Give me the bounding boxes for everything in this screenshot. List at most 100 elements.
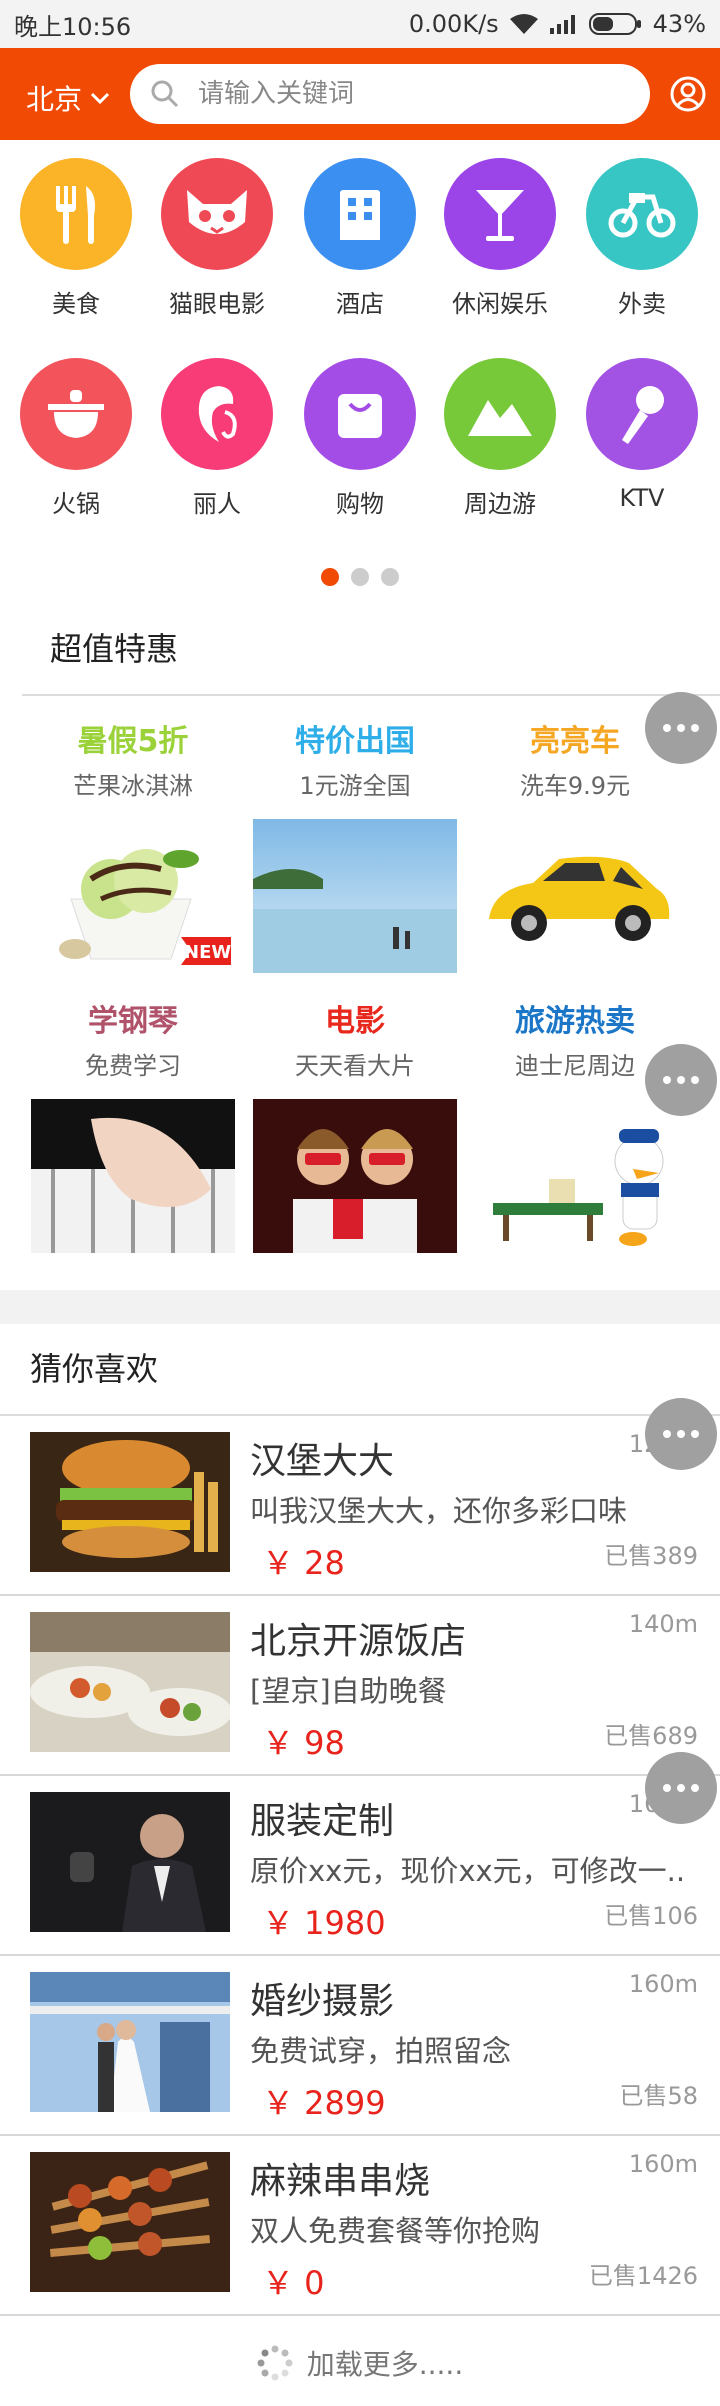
page-dot[interactable] — [351, 568, 369, 586]
category-ktv[interactable]: KTV — [572, 358, 712, 512]
cinema-image — [253, 1099, 457, 1253]
category-label: KTV — [619, 484, 665, 512]
category-food[interactable]: 美食 — [6, 158, 146, 319]
city-selector[interactable]: 北京 — [26, 78, 110, 118]
new-badge: NEW — [184, 942, 232, 963]
battery-icon — [588, 12, 643, 36]
category-nearby-travel[interactable]: 周边游 — [430, 358, 570, 519]
item-description: 双人免费套餐等你抢购 — [250, 2214, 541, 2248]
search-box[interactable] — [130, 64, 650, 124]
category-label: 休闲娱乐 — [452, 290, 548, 318]
item-price: ￥ 1980 — [262, 1904, 386, 1942]
item-sold-count: 已售1426 — [588, 2262, 698, 2290]
item-title: 北京开源饭店 — [250, 1621, 467, 1662]
cat-icon — [161, 158, 273, 270]
more-options-button[interactable] — [645, 1752, 717, 1824]
piano-image — [31, 1099, 235, 1253]
deal-card[interactable]: 学钢琴 免费学习 — [28, 996, 238, 1253]
network-speed: 0.00K/s — [408, 10, 499, 38]
deal-title: 特价出国 — [295, 724, 415, 759]
item-description: [望京]自助晚餐 — [250, 1674, 447, 1708]
deal-title: 暑假5折 — [77, 724, 189, 759]
deal-card[interactable]: 电影 天天看大片 — [250, 996, 460, 1253]
item-title: 麻辣串串烧 — [250, 2161, 431, 2202]
list-item[interactable]: 服装定制 原价xx元，现价xx元，可修改一.. ￥ 1980 160m 已售10… — [0, 1776, 720, 1956]
list-item[interactable]: 麻辣串串烧 双人免费套餐等你抢购 ￥ 0 160m 已售1426 — [0, 2136, 720, 2316]
deal-subtitle: 1元游全国 — [299, 772, 411, 800]
deal-subtitle: 天天看大片 — [295, 1052, 415, 1080]
item-sold-count: 已售689 — [604, 1722, 698, 1750]
more-options-button[interactable] — [645, 1398, 717, 1470]
item-description: 免费试穿，拍照留念 — [250, 2034, 512, 2068]
microphone-icon — [586, 358, 698, 470]
buffet-thumbnail — [30, 1612, 230, 1752]
deal-title: 旅游热卖 — [515, 1004, 635, 1039]
guess-section-title: 猜你喜欢 — [30, 1350, 159, 1388]
search-input[interactable] — [198, 79, 618, 109]
category-label: 周边游 — [464, 490, 536, 518]
category-label: 外卖 — [618, 290, 666, 318]
item-sold-count: 已售106 — [604, 1902, 698, 1930]
wedding-photo-thumbnail — [30, 1972, 230, 2112]
page-dot[interactable] — [381, 568, 399, 586]
category-label: 丽人 — [193, 490, 241, 518]
category-shopping[interactable]: 购物 — [290, 358, 430, 519]
deal-card[interactable]: 旅游热卖 迪士尼周边 — [470, 996, 680, 1253]
status-time: 晚上10:56 — [14, 12, 132, 41]
deal-card[interactable]: 特价出国 1元游全国 — [250, 716, 460, 973]
item-title: 婚纱摄影 — [250, 1981, 395, 2022]
load-more-label: 加载更多..... — [306, 2348, 464, 2381]
item-description: 叫我汉堡大大，还你多彩口味 — [250, 1494, 628, 1528]
load-more-button[interactable]: 加载更多..... — [0, 2320, 720, 2406]
item-price: ￥ 98 — [262, 1724, 345, 1762]
donald-duck-image — [473, 1099, 677, 1253]
beauty-icon — [161, 358, 273, 470]
loading-spinner-icon — [257, 2345, 293, 2381]
deal-subtitle: 洗车9.9元 — [519, 772, 631, 800]
shopping-icon — [304, 358, 416, 470]
beach-image — [253, 819, 457, 973]
more-options-button[interactable] — [645, 1044, 717, 1116]
item-title: 服装定制 — [250, 1801, 395, 1842]
mountain-icon — [444, 358, 556, 470]
chevron-down-icon — [90, 92, 110, 105]
item-distance: 140m — [628, 1610, 698, 1638]
category-hotpot[interactable]: 火锅 — [6, 358, 146, 519]
takeout-icon — [586, 158, 698, 270]
page-indicator — [0, 568, 720, 586]
item-distance: 160m — [628, 2150, 698, 2178]
item-price: ￥ 28 — [262, 1544, 345, 1582]
item-price: ￥ 0 — [262, 2264, 325, 2302]
list-item[interactable]: 北京开源饭店 [望京]自助晚餐 ￥ 98 140m 已售689 — [0, 1596, 720, 1776]
deal-card[interactable]: 暑假5折 芒果冰淇淋 — [28, 716, 238, 973]
suit-thumbnail — [30, 1792, 230, 1932]
more-options-button[interactable] — [645, 692, 717, 764]
deal-card[interactable]: 亮亮车 洗车9.9元 — [470, 716, 680, 973]
battery-level: 43% — [652, 10, 706, 38]
signal-icon — [549, 13, 579, 35]
skewers-thumbnail — [30, 2152, 230, 2292]
deals-section-title: 超值特惠 — [50, 630, 179, 668]
deal-subtitle: 免费学习 — [85, 1052, 181, 1080]
category-beauty[interactable]: 丽人 — [147, 358, 287, 519]
hotel-icon — [304, 158, 416, 270]
car-image — [473, 819, 677, 973]
user-icon[interactable] — [670, 76, 706, 112]
section-gap — [0, 1290, 720, 1324]
list-item[interactable]: 汉堡大大 叫我汉堡大大，还你多彩口味 ￥ 28 120m 已售389 — [0, 1416, 720, 1596]
wifi-icon — [509, 13, 539, 35]
category-movie[interactable]: 猫眼电影 — [147, 158, 287, 319]
city-label: 北京 — [26, 83, 83, 116]
page-dot-active[interactable] — [321, 568, 339, 586]
category-leisure[interactable]: 休闲娱乐 — [430, 158, 570, 319]
food-icon — [20, 158, 132, 270]
category-label: 酒店 — [336, 290, 384, 318]
category-hotel[interactable]: 酒店 — [290, 158, 430, 319]
deal-title: 电影 — [325, 1004, 385, 1039]
hotpot-icon — [20, 358, 132, 470]
divider — [22, 694, 720, 696]
category-label: 猫眼电影 — [169, 290, 265, 318]
header-bar: 北京 — [0, 48, 720, 140]
category-takeout[interactable]: 外卖 — [572, 158, 712, 319]
list-item[interactable]: 婚纱摄影 免费试穿，拍照留念 ￥ 2899 160m 已售58 — [0, 1956, 720, 2136]
